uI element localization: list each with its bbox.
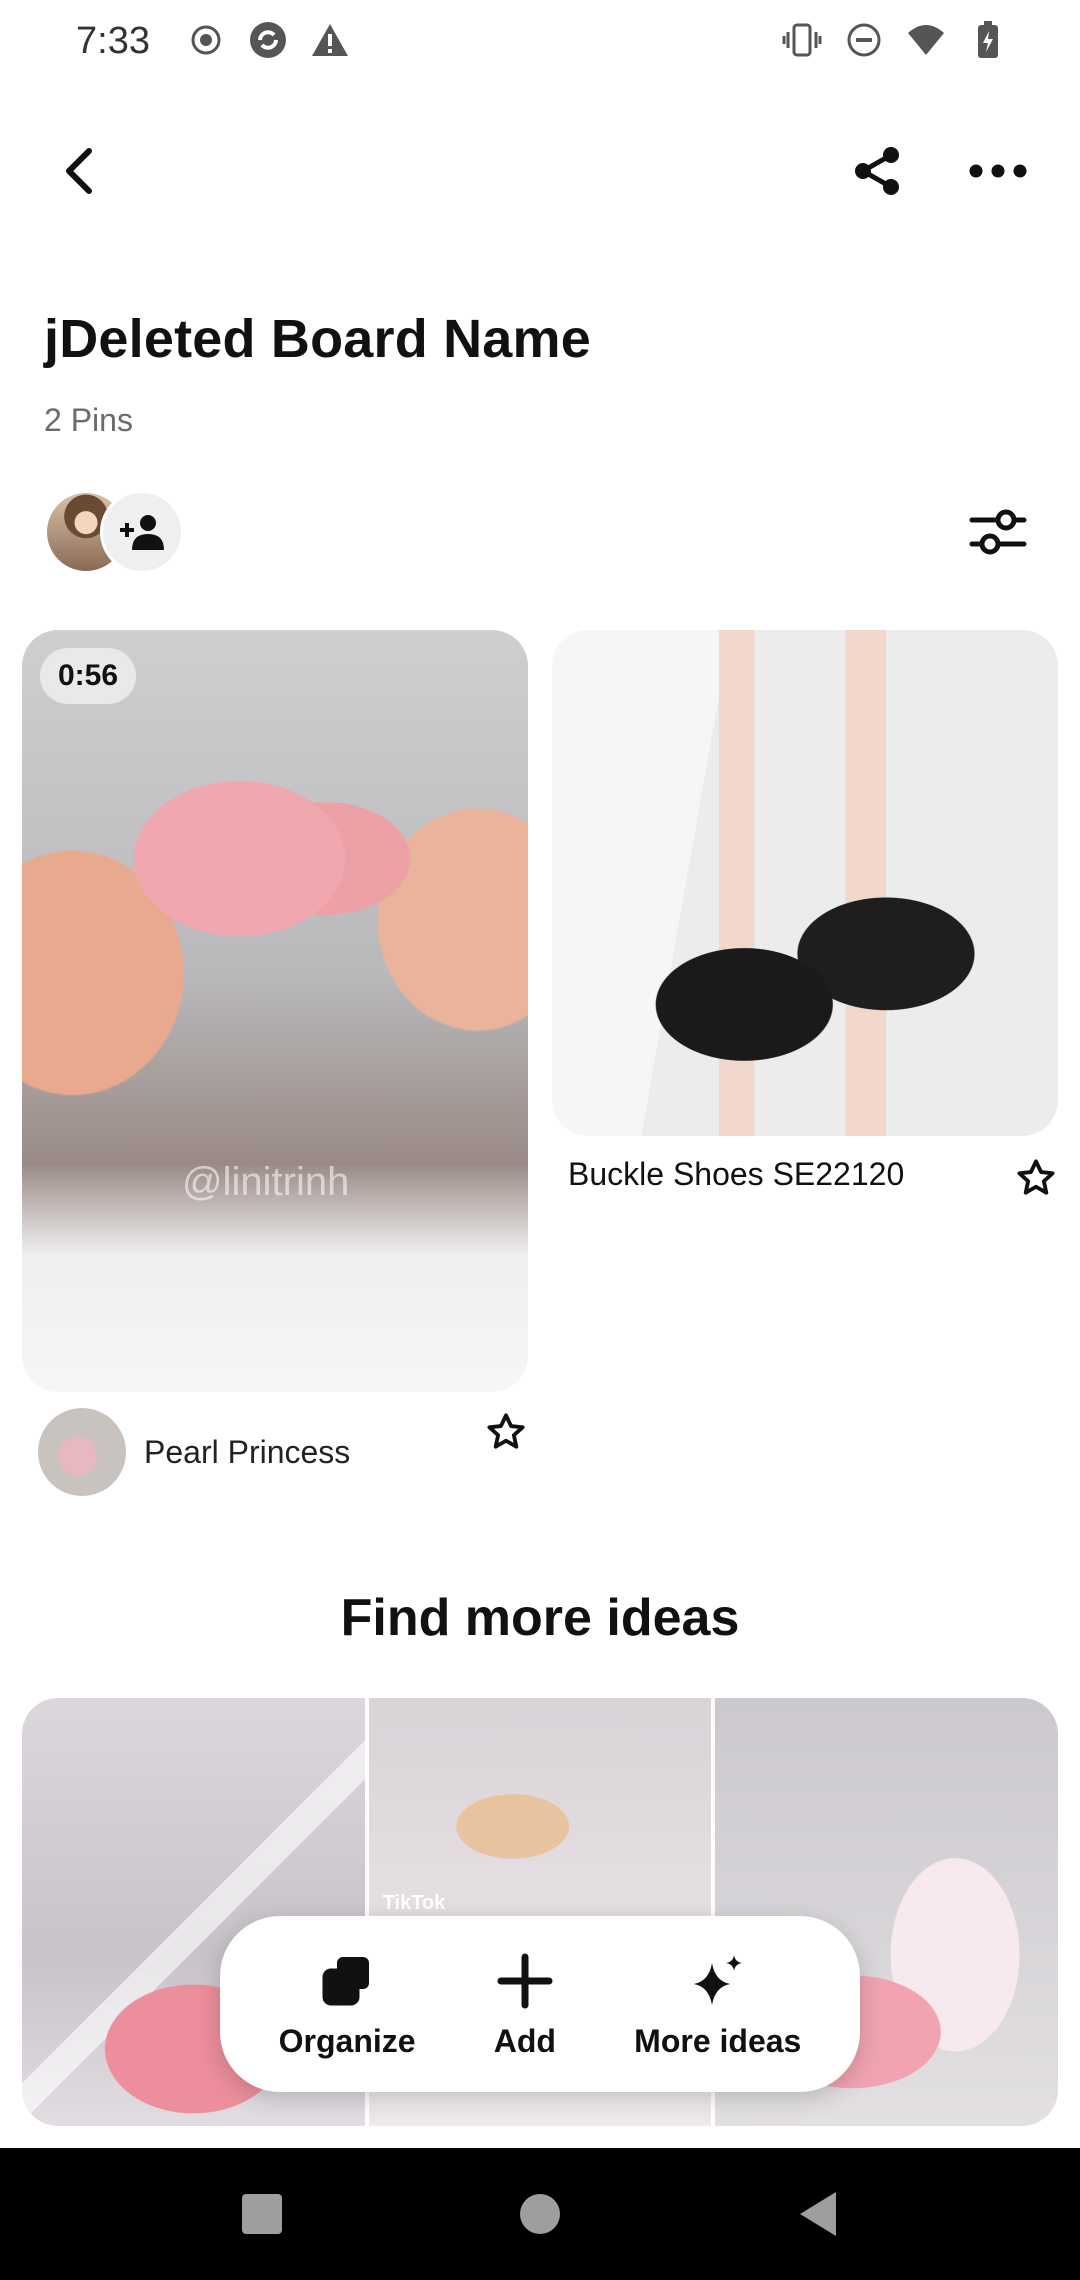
sliders-icon [969,509,1027,555]
filter-button[interactable] [960,494,1036,570]
record-icon [186,20,226,60]
home-button[interactable] [510,2184,570,2244]
pin-video-thumbnail[interactable]: @linitrinh [22,630,528,1392]
star-icon [1017,1159,1055,1195]
back-button[interactable] [44,136,114,206]
favorite-button[interactable] [1010,1152,1062,1204]
square-icon [242,2194,282,2234]
status-time: 7:33 [76,20,150,62]
pin-watermark: @linitrinh [182,1160,350,1204]
pin-image-shoes[interactable] [552,630,1058,1136]
do-not-disturb-icon [844,20,884,60]
sync-icon [248,20,288,60]
pin-author-avatar[interactable] [38,1408,126,1496]
circle-icon [520,2194,560,2234]
share-icon [855,147,899,195]
board-title: jDeleted Board Name [44,309,591,369]
share-button[interactable] [840,136,914,206]
video-duration-badge: 0:56 [40,648,137,704]
add-collaborator-button[interactable] [100,490,184,574]
triangle-back-icon [800,2192,836,2236]
board-action-bar: Organize Add More ideas [220,1916,860,2092]
pin-count: 2 Pins [44,402,133,438]
sparkle-icon [686,1949,750,2013]
favorite-button[interactable] [480,1406,532,1458]
plus-icon [493,1949,557,2013]
add-person-icon [120,515,164,550]
recents-button[interactable] [232,2184,292,2244]
pin-title[interactable]: Buckle Shoes SE22120 [568,1156,904,1193]
back-nav-button[interactable] [788,2184,848,2244]
wifi-icon [906,20,946,60]
add-label: Add [493,2022,556,2059]
vibrate-icon [782,20,822,60]
add-button[interactable]: Add [493,1949,557,2060]
organize-label: Organize [278,2022,416,2059]
more-options-button[interactable] [960,136,1036,206]
chevron-left-icon [66,148,92,194]
more-ideas-button[interactable]: More ideas [634,1949,801,2060]
warning-icon [310,20,350,60]
more-ideas-label: More ideas [634,2022,802,2059]
pin-author-name[interactable]: Pearl Princess [144,1434,350,1471]
battery-charging-icon [968,20,1008,60]
tiktok-tag: TikTok [382,1892,446,1914]
organize-icon [315,1949,379,2013]
star-icon [487,1413,525,1449]
status-bar: 7:33 [0,0,1080,90]
find-more-ideas-title: Find more ideas [340,1589,740,1647]
system-nav-bar [0,2148,1080,2280]
more-horizontal-icon [969,164,1027,178]
organize-button[interactable]: Organize [279,1949,416,2060]
